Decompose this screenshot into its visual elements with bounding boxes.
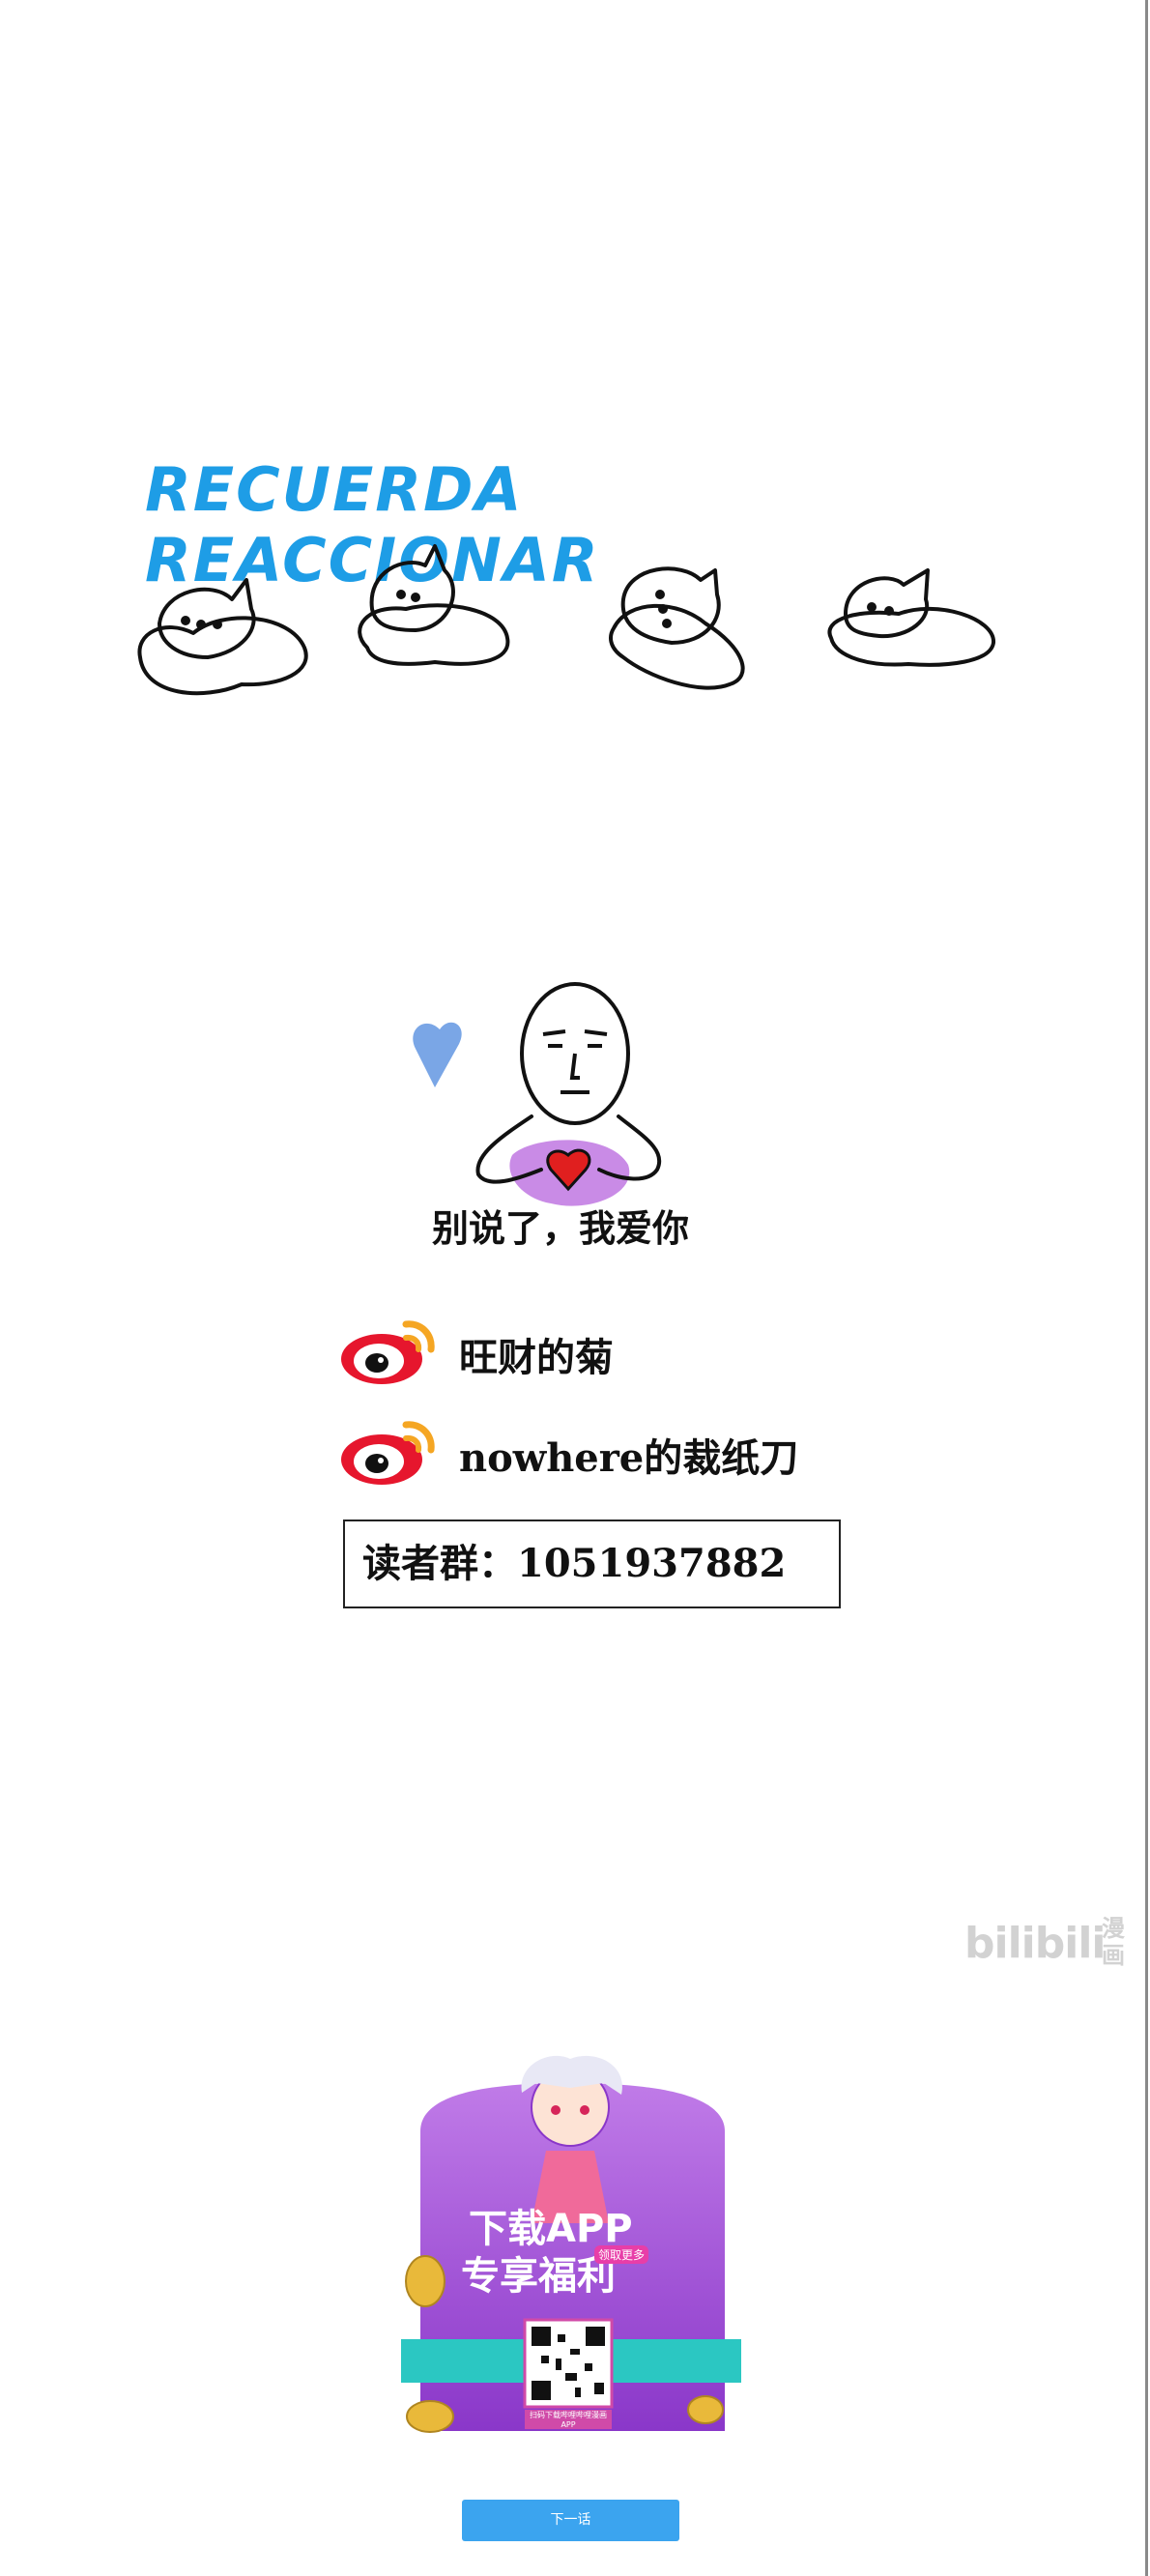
social-row-2[interactable]: nowhere的裁纸刀	[338, 1413, 879, 1491]
ad-badge: 领取更多	[594, 2245, 649, 2264]
app-download-ad[interactable]: 下载APP 专享福利 领取更多 扫码下载哔哩哔哩漫画APP	[401, 2044, 744, 2446]
meme-caption: 别说了，我爱你	[431, 1207, 689, 1250]
social-handle: nowhere的裁纸刀	[459, 1435, 799, 1481]
bilibili-watermark: bilibili 漫画	[964, 1915, 1125, 1969]
weibo-icon	[341, 1320, 435, 1384]
next-chapter-button[interactable]: 下一话	[462, 2500, 679, 2541]
watermark-brand: bilibili	[964, 1919, 1106, 1968]
ad-qr-caption: 扫码下载哔哩哔哩漫画APP	[525, 2410, 612, 2429]
weibo-icon	[341, 1421, 435, 1485]
ad-headline-2: 专享福利	[461, 2254, 616, 2299]
watermark-sub: 漫画	[1102, 1915, 1125, 1969]
scrollbar-edge	[1145, 0, 1148, 2576]
cat-doodles-illustration	[137, 544, 995, 696]
reader-group-box: 读者群：1051937882	[343, 1520, 841, 1608]
social-handle: 旺财的菊	[459, 1335, 614, 1380]
love-meme-illustration	[413, 982, 662, 1206]
social-row-1[interactable]: 旺财的菊	[338, 1313, 879, 1390]
